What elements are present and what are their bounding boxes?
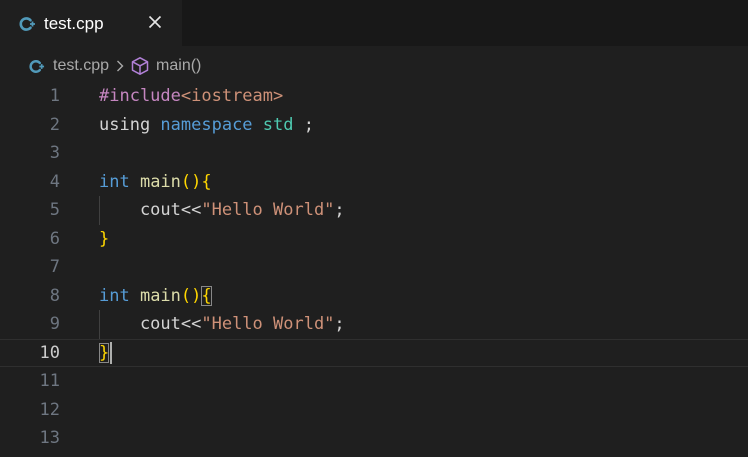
indent-guide xyxy=(99,310,100,339)
code-text: using namespace std ; xyxy=(99,111,314,140)
line-number: 6 xyxy=(49,228,60,249)
code-line[interactable]: 13 xyxy=(0,424,748,453)
code-token: namespace xyxy=(160,114,263,135)
code-token: ; xyxy=(334,200,345,220)
chevron-right-icon xyxy=(115,59,125,73)
cube-icon xyxy=(130,56,150,76)
code-line[interactable]: 12 xyxy=(0,396,748,425)
code-token: #include xyxy=(99,86,181,106)
code-line[interactable]: 10} xyxy=(0,339,748,368)
breadcrumb: test.cpp main() xyxy=(0,52,748,80)
code-line[interactable]: 1 #include<iostream> xyxy=(0,82,748,111)
tab-test-cpp[interactable]: test.cpp xyxy=(0,0,182,46)
code-text: #include<iostream> xyxy=(99,82,283,111)
code-line[interactable]: 8 int main(){ xyxy=(0,282,748,311)
line-number: 7 xyxy=(49,257,60,277)
line-number: 10 xyxy=(39,342,60,363)
matched-bracket: { xyxy=(201,285,212,306)
code-token: int xyxy=(99,285,140,306)
code-token: } xyxy=(99,228,110,249)
code-text: cout<<"Hello World"; xyxy=(99,310,345,339)
code-token: ; xyxy=(334,314,345,334)
code-token: cout<< xyxy=(99,200,202,220)
code-line[interactable]: 4 int main(){ xyxy=(0,168,748,197)
code-token: "Hello World" xyxy=(201,200,335,220)
line-number: 5 xyxy=(49,200,60,220)
tab-bar: test.cpp xyxy=(0,0,748,46)
cpp-file-icon xyxy=(28,58,45,75)
code-line[interactable]: 6} xyxy=(0,225,748,254)
line-number: 11 xyxy=(39,371,60,391)
close-icon[interactable] xyxy=(145,12,165,32)
code-line[interactable]: 11 xyxy=(0,367,748,396)
code-token: using xyxy=(99,114,161,135)
indent-guide xyxy=(99,196,100,225)
line-number: 9 xyxy=(49,314,60,334)
code-line[interactable]: 7 xyxy=(0,253,748,282)
line-number: 2 xyxy=(49,114,60,135)
code-text: int main(){ xyxy=(99,168,212,197)
code-token: "Hello World" xyxy=(201,314,335,334)
cpp-file-icon xyxy=(18,15,36,33)
code-text: } xyxy=(99,225,109,254)
text-cursor xyxy=(110,341,112,364)
line-number: 1 xyxy=(49,86,60,106)
line-number: 4 xyxy=(49,171,60,192)
code-line[interactable]: 2 using namespace std ; xyxy=(0,111,748,140)
code-token: main xyxy=(139,285,181,306)
breadcrumb-file[interactable]: test.cpp xyxy=(53,57,109,75)
code-token: <iostream> xyxy=(180,86,284,106)
code-line[interactable]: 5 cout<<"Hello World"; xyxy=(0,196,748,225)
code-token: int xyxy=(99,171,140,192)
matched-bracket: } xyxy=(99,342,110,363)
line-number: 3 xyxy=(49,143,60,163)
line-number: 13 xyxy=(39,428,60,448)
code-text: int main(){ xyxy=(99,282,212,311)
code-text: cout<<"Hello World"; xyxy=(99,196,345,225)
code-token: main xyxy=(139,171,181,192)
tab-label: test.cpp xyxy=(44,13,104,33)
code-token: (){ xyxy=(180,171,212,192)
code-text: } xyxy=(99,339,110,368)
line-number: 8 xyxy=(49,285,60,306)
code-token: ; xyxy=(293,114,314,135)
line-number: 12 xyxy=(39,399,60,420)
code-token: std xyxy=(262,114,294,135)
code-line[interactable]: 3 xyxy=(0,139,748,168)
code-editor[interactable]: 1 #include<iostream> 2 using namespace std … xyxy=(0,82,748,457)
breadcrumb-symbol[interactable]: main() xyxy=(156,57,201,75)
code-token: () xyxy=(180,285,202,306)
code-line[interactable]: 9 cout<<"Hello World"; xyxy=(0,310,748,339)
code-token: cout<< xyxy=(99,314,202,334)
